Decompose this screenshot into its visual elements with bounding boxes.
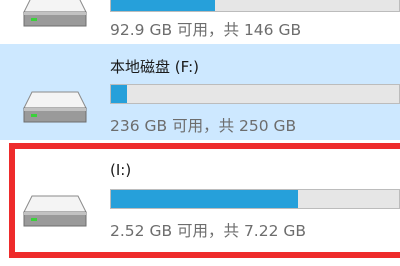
drive-free-space: 236 GB 可用，共 250 GB xyxy=(110,117,297,135)
drive-name: 本地磁盘 (F:) xyxy=(110,58,199,76)
usage-bar-fill xyxy=(111,0,215,11)
drive-free-space: 2.52 GB 可用，共 7.22 GB xyxy=(110,222,307,240)
drive-tile-0[interactable]: 92.9 GB 可用，共 146 GB xyxy=(0,0,400,39)
drive-name: (I:) xyxy=(110,161,132,179)
usage-bar xyxy=(110,189,400,209)
drive-tile-i[interactable]: (I:) 2.52 GB 可用，共 7.22 GB xyxy=(0,147,400,255)
usage-bar-fill xyxy=(111,85,128,103)
usage-bar xyxy=(110,84,400,104)
drive-tile-f[interactable]: 本地磁盘 (F:) 236 GB 可用，共 250 GB xyxy=(0,44,400,140)
usage-bar-fill xyxy=(111,190,299,208)
hard-drive-icon xyxy=(22,88,88,128)
hard-drive-icon xyxy=(22,0,88,32)
drive-list: 92.9 GB 可用，共 146 GB 本地磁盘 (F:) 236 GB 可用，… xyxy=(0,0,400,266)
hard-drive-icon xyxy=(22,192,88,232)
drive-free-space: 92.9 GB 可用，共 146 GB xyxy=(110,21,302,39)
usage-bar xyxy=(110,0,400,12)
